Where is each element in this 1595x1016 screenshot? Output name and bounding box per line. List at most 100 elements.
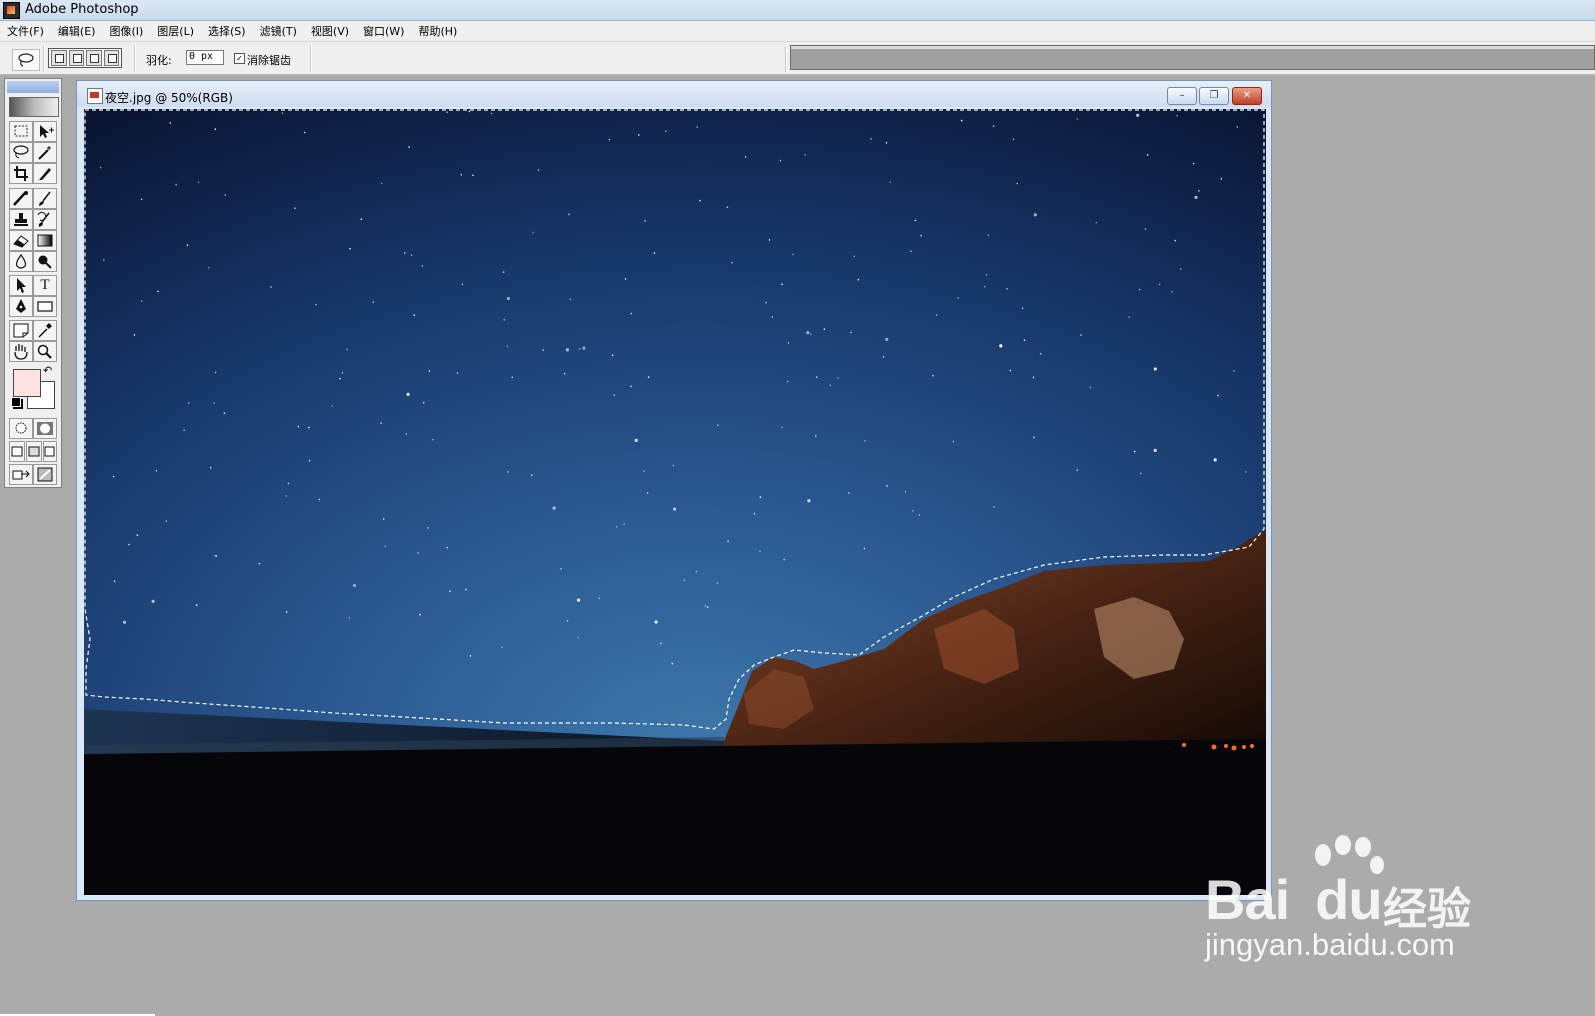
subtract-selection-button[interactable] (86, 50, 102, 66)
star (1158, 283, 1161, 286)
default-colors-icon[interactable] (11, 397, 21, 407)
menu-filter[interactable]: 滤镜(T) (253, 23, 304, 39)
star (613, 394, 616, 396)
swap-colors-icon[interactable]: ↶ (43, 364, 52, 377)
image-canvas[interactable] (84, 109, 1266, 895)
separator (310, 46, 312, 72)
jump-to-imageready-icon[interactable] (9, 464, 33, 485)
document-title-bar[interactable]: 夜空.jpg @ 50%(RGB) – ❐ ✕ (77, 81, 1271, 107)
star (157, 290, 159, 293)
move-icon[interactable] (33, 121, 57, 142)
star (644, 220, 646, 222)
healing-brush-icon[interactable] (9, 188, 33, 209)
close-button[interactable]: ✕ (1232, 87, 1262, 105)
star (804, 154, 806, 156)
gradient-icon[interactable] (33, 230, 57, 251)
menu-select[interactable]: 选择(S) (201, 23, 253, 39)
star (1236, 126, 1239, 128)
toolbox-header[interactable] (7, 81, 59, 93)
separator (43, 46, 45, 72)
eraser-icon[interactable] (9, 230, 33, 251)
foreground-color-swatch[interactable] (13, 369, 41, 397)
star (569, 298, 572, 301)
menu-image[interactable]: 图像(I) (102, 23, 150, 39)
menu-window[interactable]: 窗口(W) (356, 23, 411, 39)
star (815, 376, 818, 379)
clone-stamp-icon[interactable] (9, 209, 33, 230)
star (186, 244, 189, 246)
standard-mode-icon[interactable] (9, 418, 33, 439)
star (608, 138, 611, 141)
restore-button[interactable]: ❐ (1199, 87, 1229, 105)
dodge-icon[interactable] (33, 251, 57, 272)
adobe-online-button[interactable] (9, 97, 59, 117)
menu-view[interactable]: 视图(V) (304, 23, 356, 39)
star (542, 349, 545, 351)
star (532, 231, 534, 234)
new-selection-button[interactable] (51, 50, 67, 66)
star (792, 253, 794, 256)
star (490, 112, 493, 115)
hand-icon[interactable] (9, 341, 33, 362)
zoom-icon[interactable] (33, 341, 57, 362)
star (1006, 287, 1008, 290)
star (699, 199, 701, 202)
imageready-icon[interactable] (33, 464, 57, 485)
star (904, 491, 907, 493)
menu-edit[interactable]: 编辑(E) (51, 23, 103, 39)
star (1012, 138, 1015, 140)
star (779, 159, 782, 162)
star (886, 485, 888, 487)
star (506, 345, 509, 348)
slice-icon[interactable] (33, 163, 57, 184)
type-icon[interactable]: T (33, 275, 57, 296)
feather-input[interactable]: 0 px (186, 50, 224, 65)
star (654, 620, 658, 624)
star (348, 617, 351, 619)
menu-layer[interactable]: 图层(L) (150, 23, 201, 39)
screen-mode-standard-icon[interactable] (9, 441, 25, 462)
intersect-selection-button[interactable] (103, 50, 119, 66)
star (419, 613, 421, 616)
star (1080, 334, 1082, 336)
star (829, 384, 831, 387)
eyedropper-icon[interactable] (33, 320, 57, 341)
history-brush-icon[interactable] (33, 209, 57, 230)
add-selection-button[interactable] (68, 50, 84, 66)
path-select-icon[interactable] (9, 275, 33, 296)
marquee-icon[interactable] (9, 121, 33, 142)
star (696, 126, 698, 128)
star (765, 301, 767, 304)
star (258, 562, 261, 565)
antialias-checkbox[interactable]: ✓ (234, 53, 245, 64)
night-sky-image (84, 109, 1266, 895)
screen-mode-full-icon[interactable] (43, 441, 57, 462)
menu-help[interactable]: 帮助(H) (411, 23, 464, 39)
shape-icon[interactable] (33, 296, 57, 317)
star (413, 314, 416, 316)
star (303, 131, 306, 134)
star (815, 435, 817, 437)
star (183, 429, 185, 431)
star (99, 166, 102, 169)
screen-mode-full-menu-icon[interactable] (26, 441, 42, 462)
minimize-button[interactable]: – (1167, 87, 1197, 105)
star (136, 534, 139, 536)
quick-mask-icon[interactable] (33, 418, 57, 439)
star (112, 475, 115, 478)
tool-preset-picker[interactable] (12, 49, 40, 71)
crop-icon[interactable] (9, 163, 33, 184)
magic-wand-icon[interactable] (33, 142, 57, 163)
notes-icon[interactable] (9, 320, 33, 341)
lasso-icon[interactable] (9, 142, 33, 163)
star (308, 459, 311, 462)
star (653, 252, 656, 254)
palette-well[interactable] (790, 45, 1595, 70)
brush-icon[interactable] (33, 188, 57, 209)
pen-icon[interactable] (9, 296, 33, 317)
blur-icon[interactable] (9, 251, 33, 272)
star (188, 402, 190, 404)
star (759, 496, 762, 498)
menu-file[interactable]: 文件(F) (0, 23, 51, 39)
star (384, 545, 387, 547)
